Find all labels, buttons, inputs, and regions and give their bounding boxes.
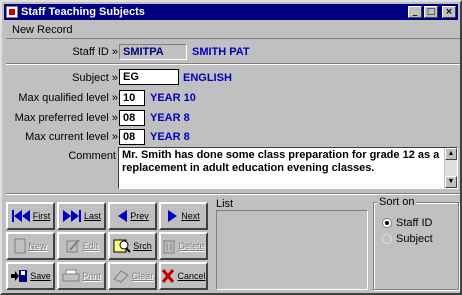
list-label: List <box>216 198 234 210</box>
sort-option-label: Subject <box>396 233 433 245</box>
last-icon <box>62 210 81 222</box>
max-current-label: Max current level » <box>25 131 118 143</box>
comment-text: Mr. Smith has done some class preparatio… <box>122 149 440 174</box>
cancel-button[interactable]: Cancel <box>159 262 208 290</box>
staff-name-text: SMITH PAT <box>192 46 250 58</box>
new-label: New <box>28 241 47 251</box>
divider <box>6 193 460 195</box>
window-title: Staff Teaching Subjects <box>21 6 145 18</box>
radio-staff-id[interactable] <box>382 218 392 228</box>
sort-group <box>373 202 459 290</box>
save-disk-icon <box>11 270 28 282</box>
first-label: First <box>32 211 51 221</box>
title-bar[interactable]: Staff Teaching Subjects _ □ × <box>4 4 458 20</box>
staff-id-label: Staff ID » <box>72 46 118 58</box>
save-label: Save <box>30 271 51 281</box>
sort-label: Sort on <box>377 196 417 208</box>
max-current-desc: YEAR 8 <box>150 131 190 143</box>
minimize-button[interactable]: _ <box>408 6 422 18</box>
max-preferred-label: Max preferred level » <box>14 112 118 124</box>
max-preferred-desc: YEAR 8 <box>150 112 190 124</box>
app-icon[interactable] <box>6 6 18 18</box>
search-button[interactable]: Srch <box>108 232 157 260</box>
subject-label: Subject » <box>72 72 118 84</box>
trash-icon <box>163 240 176 254</box>
scroll-up-icon[interactable]: ▲ <box>445 148 457 160</box>
save-button[interactable]: Save <box>6 262 55 290</box>
close-button[interactable]: × <box>442 6 456 18</box>
max-current-field[interactable]: 08 <box>119 129 145 145</box>
prev-icon <box>118 210 128 222</box>
max-qualified-label: Max qualified level » <box>18 92 118 104</box>
radio-subject[interactable] <box>382 234 392 244</box>
records-list[interactable] <box>216 210 368 290</box>
print-label: Print <box>82 271 101 281</box>
search-icon <box>113 239 131 253</box>
mode-label: New Record <box>12 24 73 36</box>
last-label: Last <box>83 211 101 221</box>
comment-textarea[interactable]: Mr. Smith has done some class preparatio… <box>118 147 458 189</box>
search-label: Srch <box>133 241 152 251</box>
next-button[interactable]: Next <box>159 202 208 230</box>
subject-field[interactable]: EG <box>119 69 179 85</box>
prev-label: Prev <box>130 211 149 221</box>
sort-option-staff-id[interactable]: Staff ID <box>382 217 432 229</box>
delete-button[interactable]: Delete <box>159 232 208 260</box>
sort-option-subject[interactable]: Subject <box>382 233 433 245</box>
prev-button[interactable]: Prev <box>108 202 157 230</box>
max-qualified-field[interactable]: 10 <box>119 90 145 106</box>
cancel-x-icon <box>162 269 175 283</box>
delete-label: Delete <box>178 241 205 251</box>
next-icon <box>168 210 178 222</box>
clear-eraser-icon <box>112 270 129 283</box>
sort-option-label: Staff ID <box>396 217 433 229</box>
subject-name-text: ENGLISH <box>183 72 232 84</box>
new-button[interactable]: New <box>6 232 55 260</box>
edit-button[interactable]: Edit <box>57 232 106 260</box>
edit-icon <box>66 239 80 253</box>
first-button[interactable]: First <box>6 202 55 230</box>
divider <box>6 63 460 65</box>
clear-label: Clear <box>131 271 154 281</box>
button-panel: First Last Prev Next New Edit Srch Delet… <box>6 198 212 292</box>
clear-button[interactable]: Clear <box>108 262 157 290</box>
max-preferred-field[interactable]: 08 <box>119 110 145 126</box>
new-document-icon <box>14 238 26 254</box>
edit-label: Edit <box>82 241 99 251</box>
app-window: Staff Teaching Subjects _ □ × New Record… <box>0 0 462 295</box>
first-icon <box>11 210 30 222</box>
scroll-down-icon[interactable]: ▼ <box>445 176 457 188</box>
print-button[interactable]: Print <box>57 262 106 290</box>
last-button[interactable]: Last <box>57 202 106 230</box>
maximize-button[interactable]: □ <box>424 6 438 18</box>
mode-bar: New Record <box>6 22 460 39</box>
next-label: Next <box>181 211 200 221</box>
printer-icon <box>62 269 80 282</box>
staff-id-field[interactable]: SMITPA <box>119 44 187 60</box>
cancel-label: Cancel <box>177 271 206 281</box>
comment-label: Comment <box>68 150 116 162</box>
max-qualified-desc: YEAR 10 <box>150 92 196 104</box>
comment-scrollbar[interactable]: ▲ ▼ <box>444 148 457 188</box>
